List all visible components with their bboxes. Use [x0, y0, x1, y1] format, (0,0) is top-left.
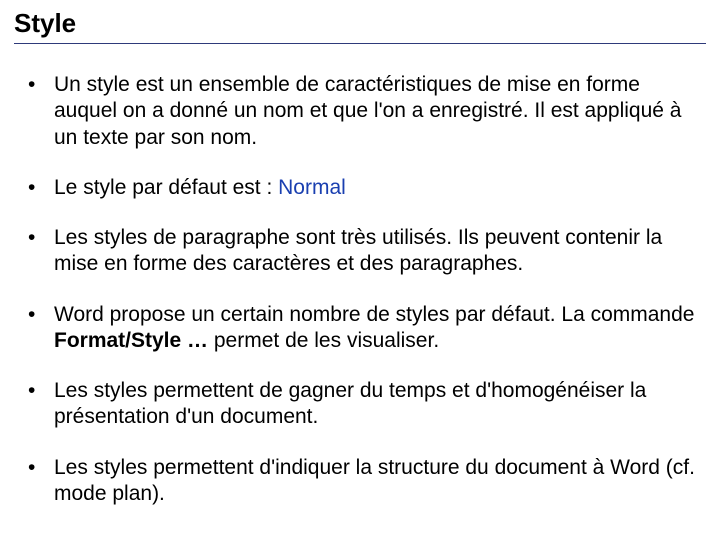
list-item: Un style est un ensemble de caractéristi… [28, 72, 702, 151]
bullet-text: Un style est un ensemble de caractéristi… [54, 73, 681, 149]
bullet-text-suffix: permet de les visualiser. [208, 329, 439, 352]
default-style-name: Normal [278, 176, 346, 199]
bullet-text: Le style par défaut est : [54, 176, 278, 199]
list-item: Les styles permettent de gagner du temps… [28, 378, 702, 431]
command-name: Format/Style … [54, 329, 208, 352]
list-item: Les styles de paragraphe sont très utili… [28, 225, 702, 278]
slide: Style Un style est un ensemble de caract… [0, 0, 720, 540]
bullet-text: Les styles de paragraphe sont très utili… [54, 226, 662, 275]
slide-title: Style [14, 8, 706, 44]
list-item: Le style par défaut est : Normal [28, 175, 702, 201]
bullet-list: Un style est un ensemble de caractéristi… [14, 72, 706, 507]
bullet-text: Les styles permettent d'indiquer la stru… [54, 456, 695, 505]
bullet-text: Les styles permettent de gagner du temps… [54, 379, 646, 428]
list-item: Les styles permettent d'indiquer la stru… [28, 455, 702, 508]
bullet-text: Word propose un certain nombre de styles… [54, 303, 694, 326]
list-item: Word propose un certain nombre de styles… [28, 302, 702, 355]
